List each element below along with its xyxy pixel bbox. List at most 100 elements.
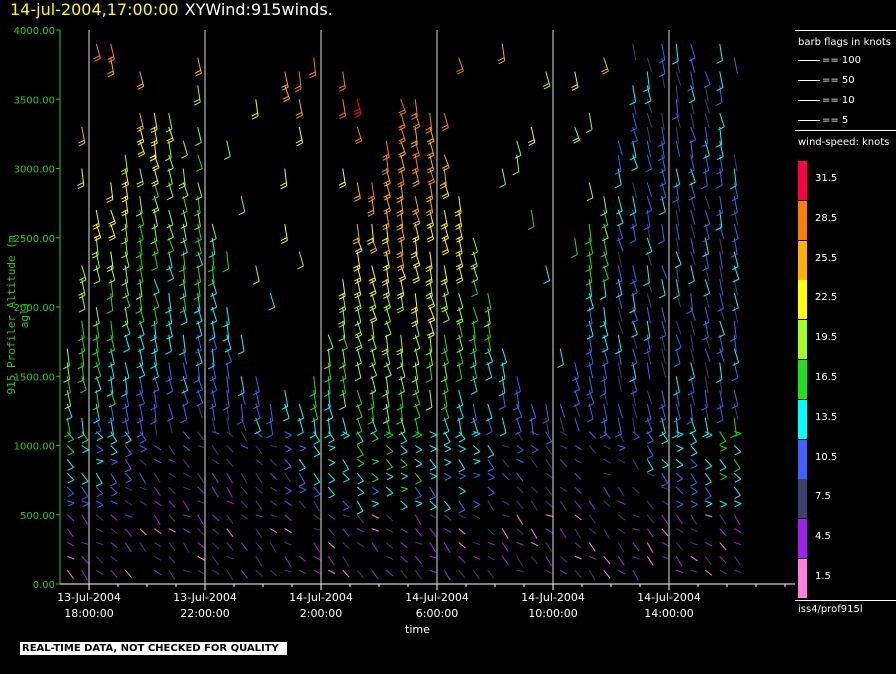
wind-barb: [313, 514, 321, 521]
wind-barb: [226, 569, 234, 580]
wind-barb: [516, 140, 522, 156]
wind-barb: [661, 458, 669, 466]
wind-barb: [396, 306, 404, 311]
wind-barb: [396, 406, 404, 411]
wind-barb: [646, 126, 651, 144]
wind-barb: [502, 500, 510, 506]
speed-color-swatch: [798, 399, 807, 439]
wind-barb: [111, 492, 118, 497]
wind-barb: [356, 500, 364, 512]
wind-barb: [483, 323, 491, 328]
wind-barb: [618, 500, 626, 506]
speed-level-label: 4.5: [815, 531, 831, 543]
wind-barb: [168, 403, 174, 419]
wind-barb: [632, 196, 637, 213]
wind-barb: [691, 465, 698, 469]
wind-barb: [673, 363, 681, 368]
wind-barb: [487, 486, 495, 494]
wind-barb: [585, 323, 593, 327]
wind-barb: [268, 306, 275, 311]
wind-barb: [690, 306, 696, 321]
wind-barb: [298, 459, 306, 469]
wind-barb: [197, 486, 205, 494]
wind-barb: [327, 334, 334, 348]
wind-barb: [384, 210, 391, 215]
wind-barb: [530, 528, 538, 539]
wind-barb: [704, 334, 711, 349]
wind-barb: [168, 320, 173, 337]
wind-barb: [371, 500, 379, 504]
wind-barb: [440, 185, 447, 190]
wind-barb: [444, 528, 452, 533]
wind-barb: [545, 542, 553, 552]
wind-barb: [353, 108, 360, 113]
wind-barb: [690, 417, 697, 432]
wind-barb: [588, 514, 596, 524]
wind-barb: [92, 222, 99, 227]
wind-barb: [183, 514, 191, 518]
wind-barb: [255, 500, 263, 510]
wind-barb: [81, 486, 89, 497]
speed-color-swatch: [798, 439, 807, 479]
wind-barb: [629, 211, 637, 216]
wind-barb: [632, 182, 637, 198]
wind-barb: [719, 440, 726, 445]
wind-barb: [487, 348, 493, 362]
wind-barb: [603, 445, 611, 450]
wind-barb: [487, 454, 495, 459]
wind-barb: [425, 281, 433, 286]
barb-legend-item: == 5: [798, 115, 848, 126]
wind-barb: [704, 112, 710, 129]
wind-barb: [412, 277, 419, 281]
wind-barb: [705, 503, 713, 508]
wind-barb: [632, 348, 638, 364]
wind-barb: [354, 137, 362, 142]
speed-color-swatch: [798, 479, 807, 519]
wind-barb: [67, 466, 74, 471]
wind-barb: [719, 431, 727, 442]
wind-barb: [487, 541, 495, 546]
wind-barb: [124, 569, 133, 578]
wind-barb: [167, 139, 174, 144]
wind-barb: [77, 337, 85, 342]
wind-barb: [240, 542, 248, 551]
wind-barb: [196, 389, 203, 394]
speed-color-swatch: [798, 519, 807, 559]
wind-barb: [139, 403, 144, 421]
wind-barb: [178, 185, 186, 190]
wind-barb: [671, 434, 679, 439]
wind-barb: [284, 403, 290, 419]
wind-barb: [516, 486, 524, 493]
wind-barb: [226, 251, 230, 270]
wind-barb: [415, 495, 422, 500]
wind-barb: [704, 348, 711, 362]
barb-legend-item: == 10: [798, 95, 855, 106]
wind-barb: [400, 445, 408, 453]
wind-barb: [95, 569, 104, 576]
wind-barb: [382, 153, 389, 158]
wind-barb: [78, 350, 85, 355]
wind-barb: [339, 87, 346, 92]
wind-barb: [427, 334, 435, 339]
wind-barb: [691, 503, 698, 508]
wind-barb: [414, 514, 422, 526]
wind-barb: [386, 492, 394, 497]
wind-barb: [545, 500, 553, 508]
wind-barb: [733, 57, 738, 74]
wind-barb: [67, 451, 74, 456]
wind-barb: [588, 569, 596, 581]
wind-barb: [182, 459, 190, 469]
wind-barb: [617, 223, 624, 239]
wind-barb: [574, 237, 578, 255]
wind-barb: [629, 378, 637, 382]
wind-barb: [342, 500, 350, 508]
wind-barb: [324, 434, 331, 439]
wind-barb: [675, 403, 681, 419]
wind-barb: [284, 556, 292, 567]
wind-barb: [643, 337, 651, 342]
wind-barb: [136, 83, 144, 88]
wind-barb: [545, 486, 553, 496]
wind-barb: [414, 528, 422, 537]
wind-barb: [367, 209, 374, 214]
wind-barb: [107, 73, 114, 78]
